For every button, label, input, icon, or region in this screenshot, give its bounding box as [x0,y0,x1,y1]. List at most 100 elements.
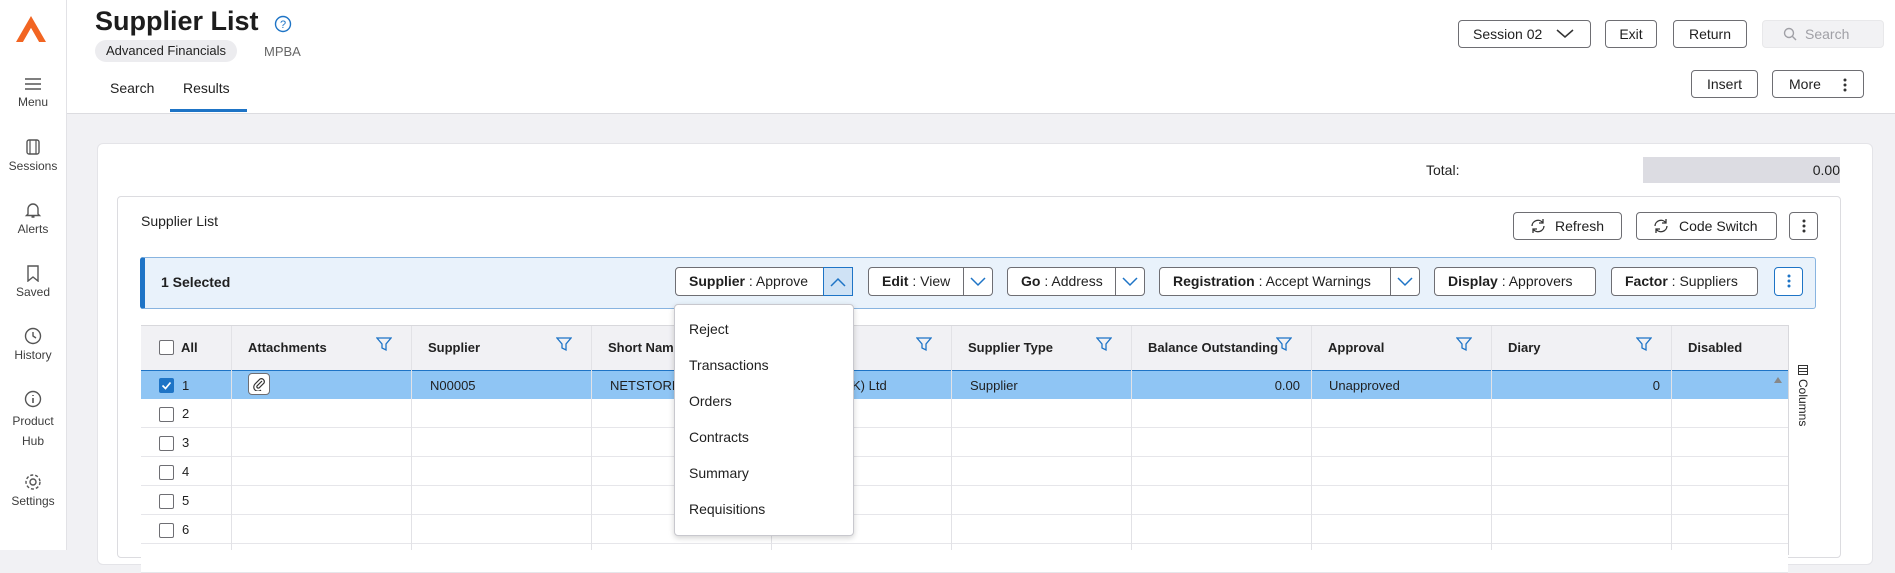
table-row[interactable] [141,486,1788,515]
session-select[interactable]: Session 02 [1458,20,1591,48]
column-header-approval[interactable]: Approval [1328,340,1384,355]
column-header-short-name[interactable]: Short Name [608,340,681,355]
table-row[interactable] [141,515,1788,544]
registration-action-split-button[interactable]: Registration : Accept Warnings [1159,267,1420,296]
supplier-action-main[interactable]: Supplier : Approve [676,268,808,295]
module-chip: Advanced Financials [95,40,237,62]
code-switch-button[interactable]: Code Switch [1636,212,1777,240]
edit-action-split-button[interactable]: Edit : View [868,267,993,296]
help-icon[interactable]: ? [274,15,292,33]
table-row[interactable] [141,544,1788,573]
edit-action-dropdown-toggle[interactable] [963,268,992,295]
column-header-disabled[interactable]: Disabled [1688,340,1742,355]
sidebar-item-history[interactable]: History [0,327,66,362]
filter-icon[interactable] [1276,336,1292,352]
total-label: Total: [1426,162,1460,178]
columns-side-panel[interactable]: Columns [1788,325,1817,555]
svg-text:?: ? [280,19,286,31]
display-action-button[interactable]: Display : Approvers [1434,267,1596,296]
table-row[interactable] [141,370,1788,400]
filter-icon[interactable] [1096,336,1112,352]
row-checkbox[interactable] [159,378,174,393]
insert-button[interactable]: Insert [1691,70,1758,98]
registration-action-main[interactable]: Registration : Accept Warnings [1160,268,1371,295]
factor-action-main[interactable]: Factor : Suppliers [1612,268,1738,295]
selected-count: 1 Selected [161,274,231,290]
return-button[interactable]: Return [1673,20,1747,48]
action-sep: : [1040,273,1052,289]
table-row[interactable] [141,457,1788,486]
code-switch-icon [1654,219,1668,233]
registration-action-dropdown-toggle[interactable] [1390,268,1419,295]
menu-item-reject[interactable]: Reject [689,321,729,337]
action-value: Approvers [1508,273,1573,289]
checkmark-icon [161,381,172,390]
row-checkbox[interactable] [159,465,174,480]
column-header-supplier-type[interactable]: Supplier Type [968,340,1053,355]
sidebar-item-label: Menu [17,95,49,109]
filter-icon[interactable] [556,336,572,352]
panel-more-button[interactable] [1789,212,1818,240]
paperclip-icon [253,378,265,391]
filter-icon[interactable] [1636,336,1652,352]
bell-icon [24,203,42,218]
filter-icon[interactable] [916,336,932,352]
table-row[interactable] [141,399,1788,428]
program-code: MPBA [264,44,301,59]
row-checkbox[interactable] [159,494,174,509]
go-action-dropdown-toggle[interactable] [1115,268,1144,295]
sidebar-item-settings[interactable]: Settings [0,473,66,508]
attachment-button[interactable] [248,373,270,395]
search-button-label: Search [1805,26,1850,42]
edit-action-main[interactable]: Edit : View [869,268,950,295]
columns-panel-label: Columns [1796,379,1810,427]
action-sep: : [1497,273,1509,289]
factor-action-button[interactable]: Factor : Suppliers [1611,267,1758,296]
row-checkbox[interactable] [159,407,174,422]
page-header: Supplier List ? Advanced Financials MPBA… [67,0,1895,114]
column-header-diary[interactable]: Diary [1508,340,1541,355]
tab-search[interactable]: Search [110,80,154,96]
sidebar-item-saved[interactable]: Saved [0,264,66,299]
filter-icon[interactable] [1456,336,1472,352]
menu-item-orders[interactable]: Orders [689,393,732,409]
sidebar-item-sessions[interactable]: Sessions [0,138,66,173]
sidebar-item-product-hub[interactable]: Product Hub [0,390,66,451]
action-key: Supplier [689,273,746,289]
filter-icon[interactable] [376,336,392,352]
sidebar-item-alerts[interactable]: Alerts [0,201,66,236]
menu-item-summary[interactable]: Summary [689,465,749,481]
column-header-supplier[interactable]: Supplier [428,340,480,355]
column-header-balance-outstanding[interactable]: Balance Outstanding [1148,340,1278,355]
go-action-main[interactable]: Go : Address [1008,268,1103,295]
row-checkbox[interactable] [159,523,174,538]
menu-item-transactions[interactable]: Transactions [689,357,769,373]
go-action-split-button[interactable]: Go : Address [1007,267,1145,296]
menu-item-requisitions[interactable]: Requisitions [689,501,765,517]
refresh-button[interactable]: Refresh [1513,212,1622,240]
session-label: Session 02 [1473,26,1543,42]
scroll-up-icon[interactable] [1773,376,1783,384]
sidebar-item-label: Saved [15,285,51,299]
supplier-action-dropdown-toggle[interactable] [823,267,853,296]
table-row[interactable] [141,428,1788,457]
sidebar: Menu Sessions Alerts Saved History Produ… [0,0,67,550]
total-value: 0.00 [1643,157,1840,183]
sidebar-item-label-line2: Hub [21,434,44,448]
tab-results[interactable]: Results [183,80,230,96]
sidebar-item-menu[interactable]: Menu [0,76,66,109]
menu-item-contracts[interactable]: Contracts [689,429,749,445]
supplier-action-split-button[interactable]: Supplier : Approve [675,267,853,296]
row-number: 2 [182,406,190,421]
chevron-down-icon [1397,277,1413,287]
more-button[interactable]: More [1772,70,1864,98]
search-button[interactable]: Search [1762,20,1884,48]
select-all-checkbox[interactable] [159,340,174,355]
exit-button[interactable]: Exit [1605,20,1657,48]
column-header-attachments[interactable]: Attachments [248,340,327,355]
row-checkbox[interactable] [159,436,174,451]
app-logo-icon[interactable] [14,14,48,44]
action-bar-more-button[interactable] [1774,267,1803,296]
display-action-main[interactable]: Display : Approvers [1435,268,1573,295]
supplier-name-cell: K) Ltd [852,378,887,393]
